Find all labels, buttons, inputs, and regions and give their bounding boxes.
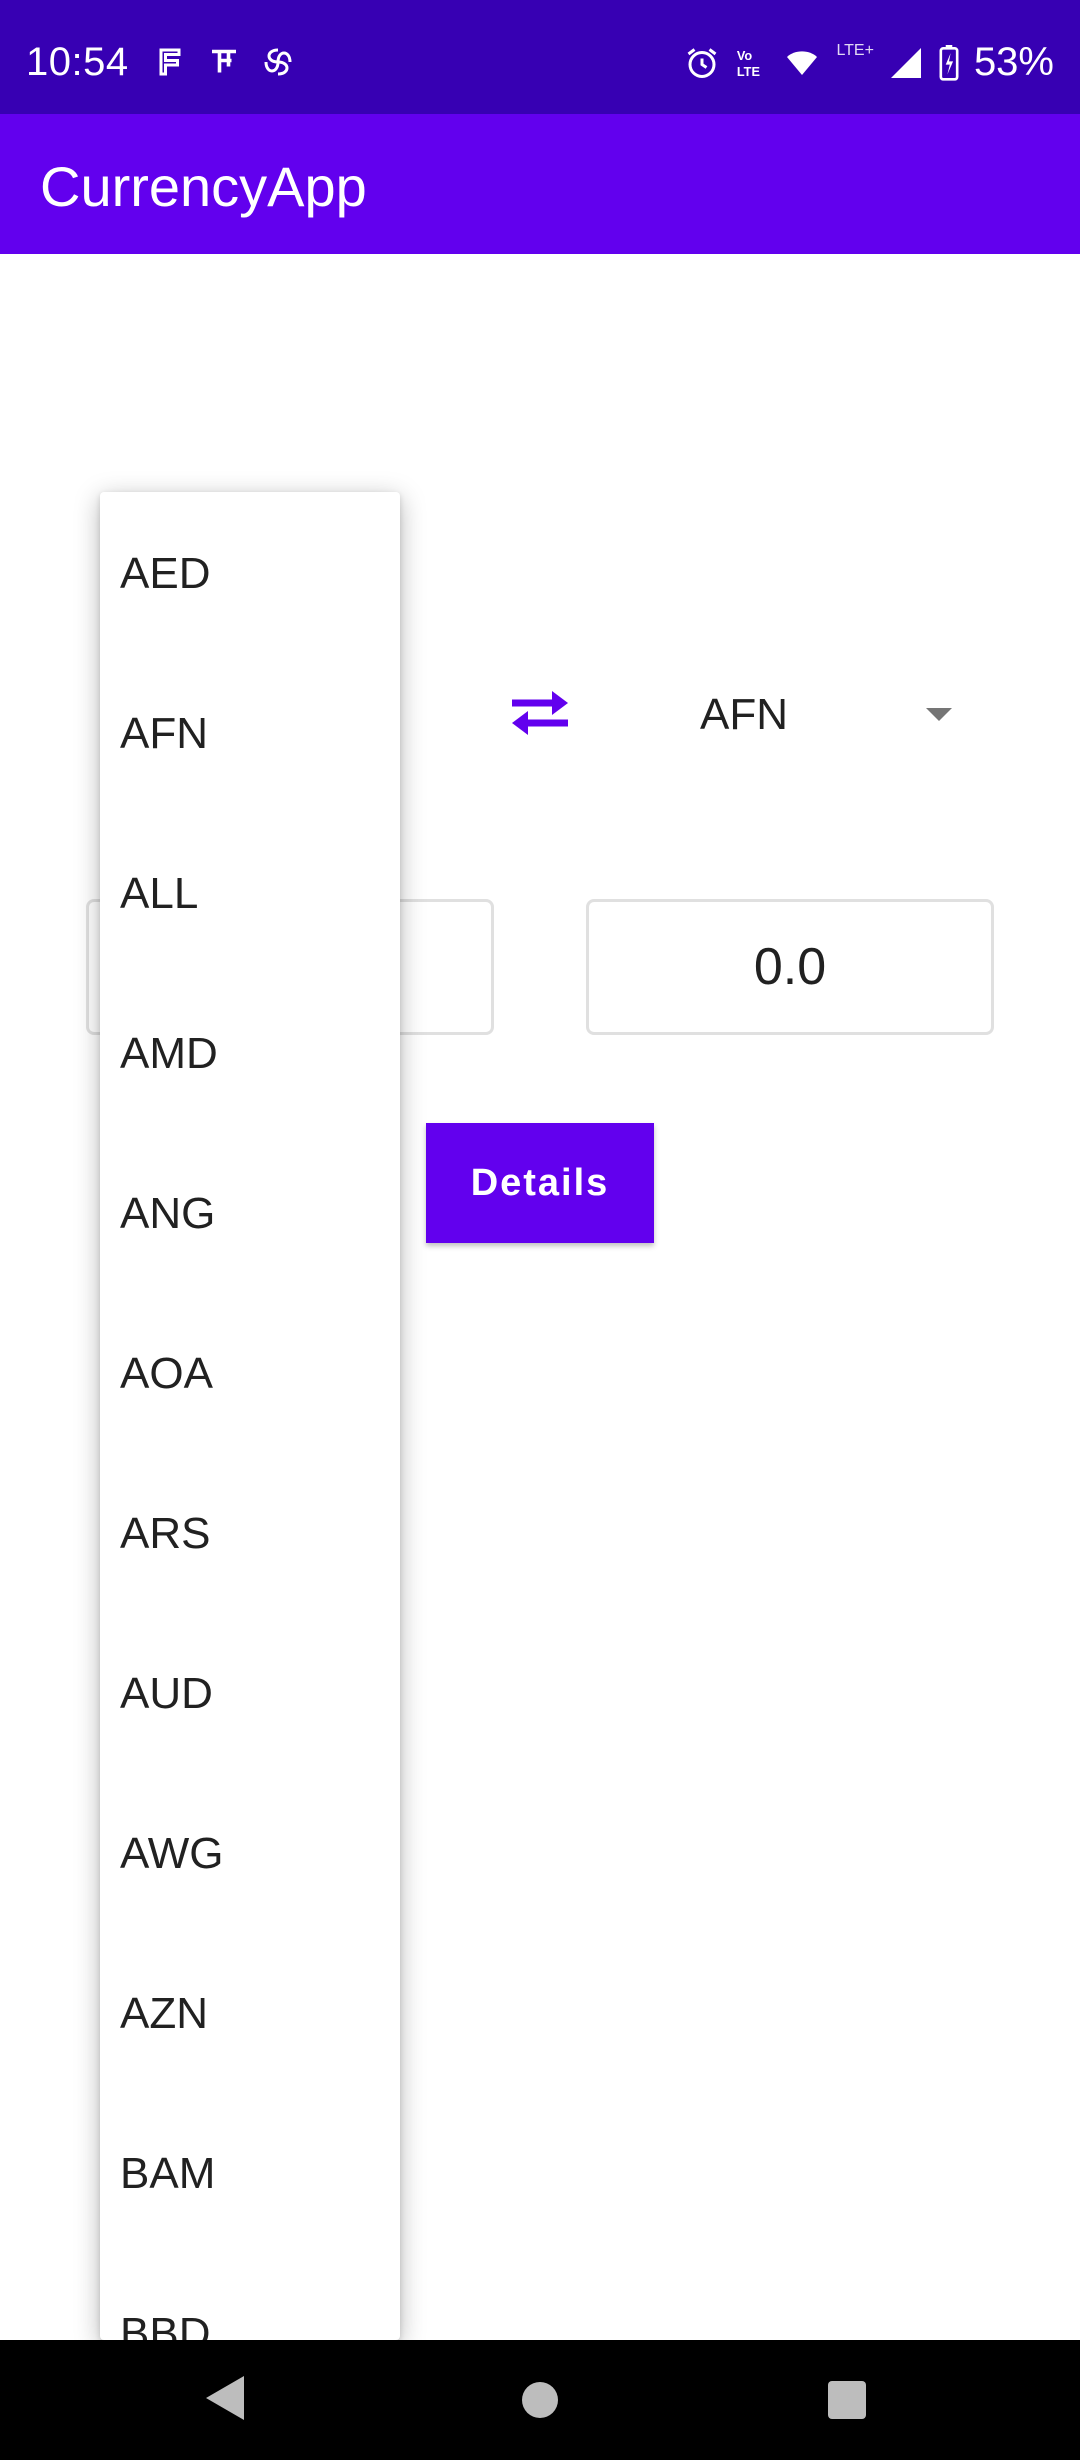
swap-icon[interactable]	[504, 686, 576, 740]
status-time: 10:54	[26, 40, 129, 84]
dropdown-item[interactable]: ANG	[100, 1134, 400, 1294]
back-icon[interactable]	[206, 2376, 244, 2420]
to-currency-label: AFN	[700, 690, 788, 739]
dropdown-item[interactable]: ALL	[100, 814, 400, 974]
signal-type-label: LTE+	[836, 41, 874, 59]
status-left-icons	[152, 44, 296, 80]
alarm-icon	[688, 47, 717, 78]
svg-text:Vo: Vo	[737, 48, 753, 63]
notification-icon	[212, 49, 236, 73]
app-bar: CurrencyApp	[0, 114, 1080, 254]
dropdown-item[interactable]: AMD	[100, 974, 400, 1134]
battery-icon	[939, 44, 959, 81]
battery-percent: 53%	[973, 40, 1054, 84]
volte-icon: VoLTE	[737, 48, 760, 79]
home-icon[interactable]	[522, 2382, 558, 2418]
dropdown-item[interactable]: BAM	[100, 2094, 400, 2254]
dropdown-item[interactable]: AWG	[100, 1774, 400, 1934]
dropdown-item[interactable]: AZN	[100, 1934, 400, 2094]
notification-icon	[159, 48, 181, 76]
dropdown-item[interactable]: AFN	[100, 654, 400, 814]
to-amount-value: 0.0	[753, 938, 827, 996]
dropdown-item[interactable]: BBD	[100, 2254, 400, 2340]
pinwheel-icon	[264, 48, 292, 76]
screen: 10:54 Vo LTE LTE+ 53% CurrencyApp AFN 0.…	[0, 0, 1080, 2460]
signal-icon	[890, 47, 921, 78]
currency-dropdown: AED AFN ALL AMD ANG AOA ARS AUD AWG AZN …	[100, 492, 400, 2340]
dropdown-arrow-icon	[926, 708, 952, 721]
dropdown-item[interactable]: AUD	[100, 1614, 400, 1774]
status-bar: 10:54 Vo LTE LTE+ 53%	[0, 0, 1080, 114]
to-currency-spinner[interactable]: AFN	[640, 660, 980, 770]
status-right-icons: Vo LTE LTE+ 53%	[684, 40, 1054, 85]
dropdown-item[interactable]: AED	[100, 494, 400, 654]
dropdown-item[interactable]: AOA	[100, 1294, 400, 1454]
to-amount-field[interactable]: 0.0	[586, 899, 994, 1035]
details-button[interactable]: Details	[426, 1123, 654, 1243]
dropdown-item[interactable]: ARS	[100, 1454, 400, 1614]
navigation-bar	[0, 2340, 1080, 2460]
wifi-icon	[787, 50, 818, 75]
app-title: CurrencyApp	[40, 155, 367, 218]
currency-dropdown-list: AED AFN ALL AMD ANG AOA ARS AUD AWG AZN …	[100, 492, 400, 2340]
svg-text:LTE: LTE	[737, 63, 760, 78]
recents-icon[interactable]	[828, 2381, 866, 2419]
